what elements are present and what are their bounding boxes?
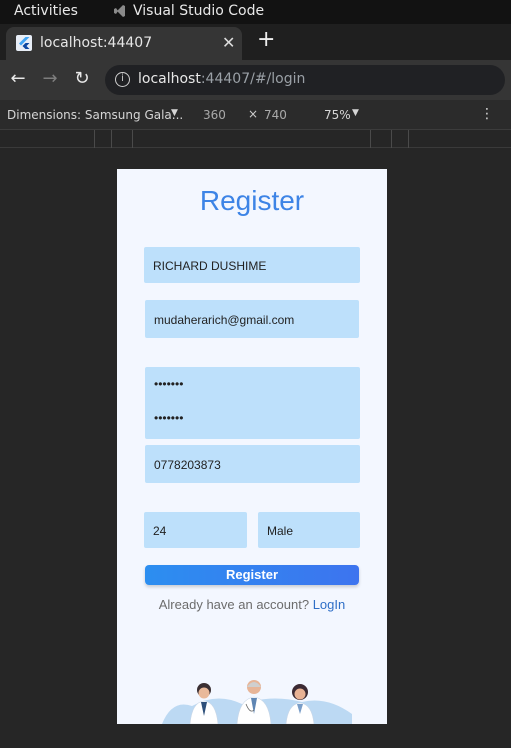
device-viewport: Register RICHARD DUSHIME mudaherarich@gm… — [117, 169, 387, 724]
page-title: Register — [199, 185, 305, 216]
ruler-tick — [391, 130, 392, 148]
device-width-input[interactable]: 360 — [203, 108, 226, 122]
url-text[interactable]: localhost:44407/#/login — [138, 71, 305, 87]
password-field[interactable]: ••••••• — [154, 377, 183, 391]
register-button[interactable]: Register — [145, 565, 359, 585]
app-name: Visual Studio Code — [133, 3, 265, 19]
device-toolbar: Dimensions: Samsung Gala... ▼ 360 × 740 … — [0, 100, 511, 130]
forward-icon[interactable]: → — [39, 68, 61, 90]
ruler-tick — [94, 130, 95, 148]
email-field[interactable]: mudaherarich@gmail.com — [145, 300, 359, 338]
login-prompt-text: Already have an account? — [158, 597, 310, 612]
dimension-separator: × — [248, 107, 259, 121]
age-field[interactable]: 24 — [144, 512, 247, 548]
reload-icon[interactable]: ↻ — [71, 68, 93, 90]
password-fields-group: ••••••• ••••••• — [145, 367, 360, 439]
url-bar[interactable]: i localhost:44407/#/login — [105, 65, 505, 95]
tab-strip: localhost:44407 ✕ — [0, 24, 511, 60]
back-icon[interactable]: ← — [7, 68, 29, 90]
tab-title: localhost:44407 — [40, 35, 153, 51]
full-name-field[interactable]: RICHARD DUSHIME — [144, 247, 360, 283]
gender-field[interactable]: Male — [258, 512, 360, 548]
new-tab-icon[interactable]: + — [257, 29, 275, 51]
chevron-down-icon[interactable]: ▼ — [352, 108, 359, 118]
browser-tab[interactable]: localhost:44407 ✕ — [6, 27, 242, 60]
flutter-icon — [16, 35, 32, 51]
address-toolbar: ← → ↻ i localhost:44407/#/login — [0, 60, 511, 100]
login-prompt: Already have an account? LogIn — [117, 597, 387, 612]
ruler-tick — [408, 130, 409, 148]
login-link[interactable]: LogIn — [313, 597, 346, 612]
ruler-tick — [370, 130, 371, 148]
active-app-indicator[interactable]: Visual Studio Code — [113, 3, 264, 19]
more-options-icon[interactable]: ⋮ — [480, 106, 494, 122]
doctors-illustration — [162, 680, 352, 724]
site-info-icon[interactable]: i — [115, 72, 130, 87]
media-query-ruler — [0, 130, 511, 148]
zoom-select[interactable]: 75% — [324, 108, 351, 122]
activities-button[interactable]: Activities — [14, 3, 78, 19]
ruler-tick — [132, 130, 133, 148]
device-height-input[interactable]: 740 — [264, 108, 287, 122]
vscode-icon — [113, 4, 127, 18]
phone-field[interactable]: 0778203873 — [145, 445, 360, 483]
chevron-down-icon[interactable]: ▼ — [171, 108, 178, 118]
confirm-password-field[interactable]: ••••••• — [154, 411, 183, 425]
device-dimensions-select[interactable]: Dimensions: Samsung Gala... — [7, 108, 183, 122]
os-top-bar: Activities Visual Studio Code — [0, 0, 511, 24]
close-tab-icon[interactable]: ✕ — [222, 33, 235, 52]
ruler-tick — [111, 130, 112, 148]
